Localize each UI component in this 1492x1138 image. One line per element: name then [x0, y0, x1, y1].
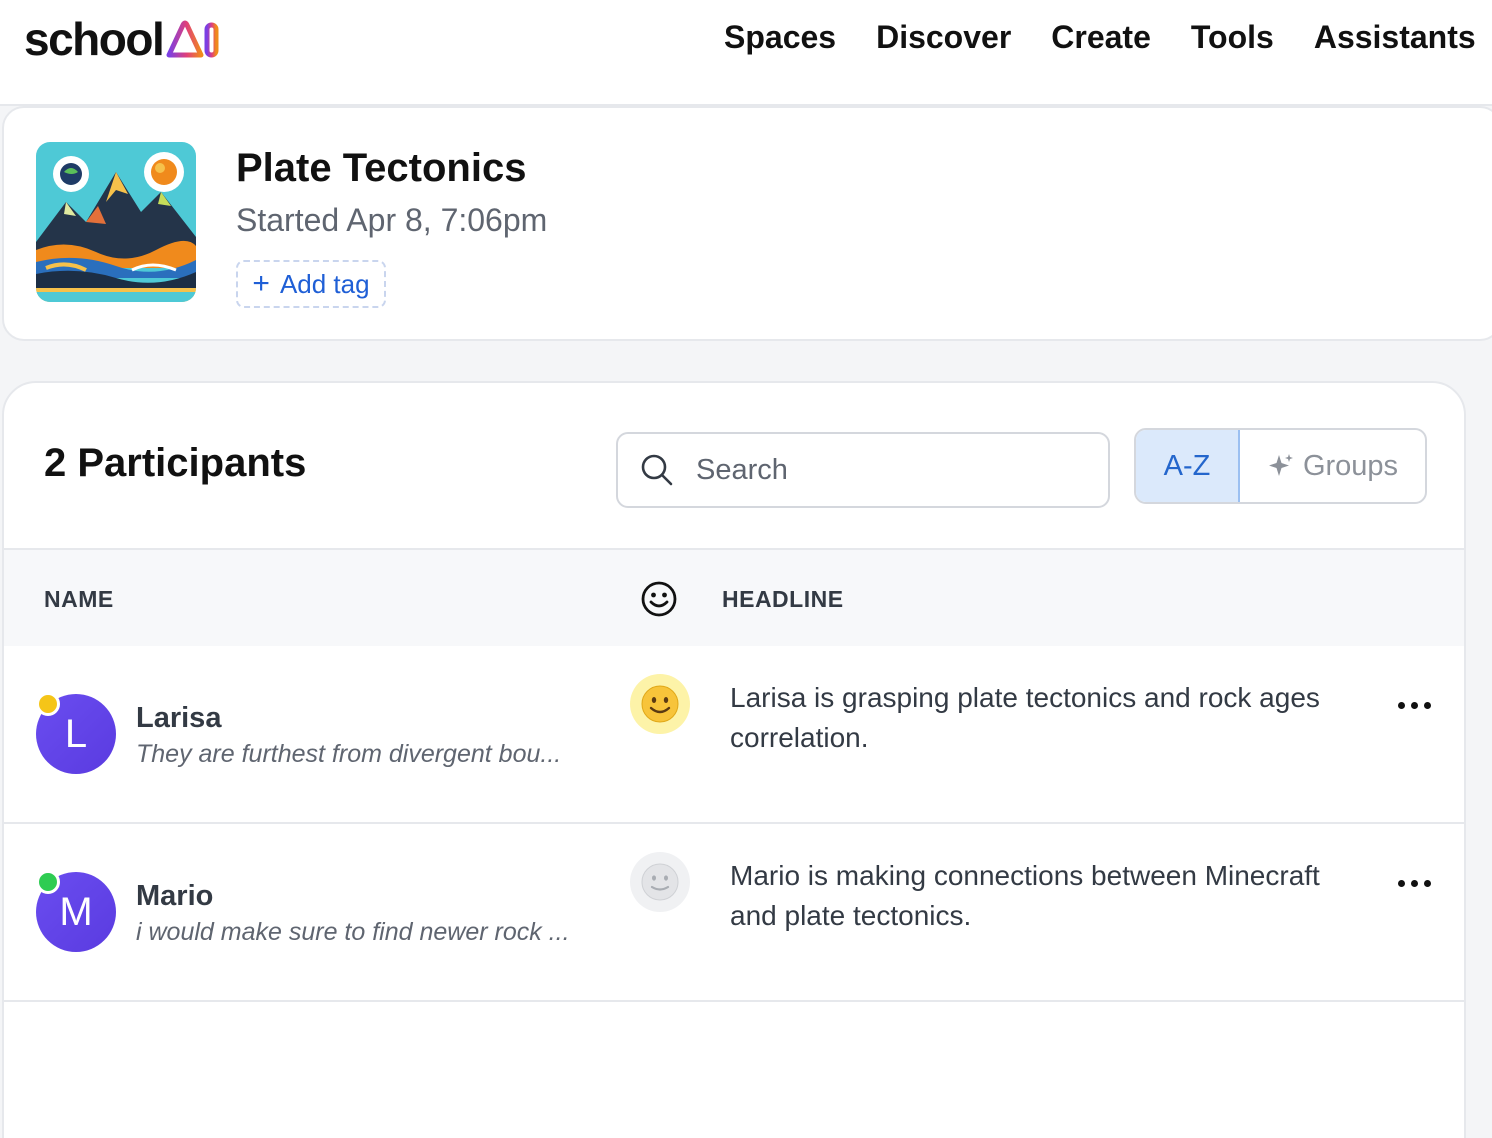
space-thumbnail-image	[36, 142, 196, 302]
dot	[1410, 701, 1418, 709]
participant-last-message: They are furthest from divergent bou...	[136, 740, 562, 768]
column-header-name[interactable]: NAME	[44, 586, 114, 613]
status-dot-online	[36, 692, 60, 716]
participant-row[interactable]: M Mario i would make sure to find newer …	[4, 824, 1464, 1002]
plate-tectonics-illustration	[36, 142, 196, 302]
participant-name: Larisa	[136, 702, 222, 734]
space-title: Plate Tectonics	[236, 146, 527, 190]
nav-create[interactable]: Create	[1051, 18, 1151, 56]
dot	[1397, 879, 1405, 887]
sparkle-icon	[1268, 454, 1293, 476]
nav-spaces[interactable]: Spaces	[724, 18, 836, 56]
participant-search[interactable]	[616, 432, 1110, 508]
school-ai-logo[interactable]: school	[24, 14, 223, 64]
status-dot-online	[36, 870, 60, 894]
search-icon	[641, 454, 673, 486]
space-header-card: Plate Tectonics Started Apr 8, 7:06pm + …	[2, 106, 1492, 341]
add-tag-button[interactable]: + Add tag	[236, 260, 386, 308]
neutral-face-icon	[641, 863, 679, 901]
dot	[1397, 701, 1405, 709]
more-options-button[interactable]	[1394, 868, 1434, 898]
nav-discover[interactable]: Discover	[876, 18, 1011, 56]
dot	[1423, 879, 1431, 887]
more-options-button[interactable]	[1394, 690, 1434, 720]
participant-name: Mario	[136, 880, 214, 912]
sort-az-button[interactable]: A-Z	[1136, 430, 1240, 502]
nav-assistants[interactable]: Assistants	[1314, 18, 1476, 56]
groups-button[interactable]: Groups	[1240, 430, 1425, 502]
logo-wordmark: school	[24, 13, 165, 65]
happy-face-icon	[641, 685, 679, 723]
participant-last-message: i would make sure to find newer rock ...	[136, 918, 570, 946]
mood-column-icon[interactable]	[640, 580, 678, 618]
plus-icon: +	[252, 267, 270, 300]
participant-headline: Larisa is grasping plate tectonics and r…	[730, 682, 1320, 753]
add-tag-label: Add tag	[279, 268, 370, 299]
main-nav: Spaces Discover Create Tools Assistants	[724, 18, 1492, 56]
nav-tools[interactable]: Tools	[1191, 18, 1274, 56]
table-header: NAME HEADLINE	[4, 548, 1464, 646]
groups-label: Groups	[1302, 449, 1399, 482]
logo-ai-mark	[166, 20, 219, 58]
mood-indicator	[630, 852, 690, 912]
space-started-time: Started Apr 8, 7:06pm	[236, 202, 548, 238]
column-header-headline[interactable]: HEADLINE	[722, 586, 844, 613]
search-input[interactable]	[696, 453, 1076, 487]
participants-card: 2 Participants A-Z Groups NAME HEADLINE …	[2, 381, 1466, 1138]
top-nav-bar: school Spaces Discover Create Tools Assi…	[0, 0, 1492, 106]
mood-indicator	[630, 674, 690, 734]
dot	[1410, 879, 1418, 887]
sort-mode-toggle: A-Z Groups	[1134, 428, 1427, 504]
participants-count-title: 2 Participants	[44, 441, 307, 485]
participant-headline: Mario is making connections between Mine…	[730, 860, 1320, 931]
dot	[1423, 701, 1431, 709]
participant-row[interactable]: L Larisa They are furthest from divergen…	[4, 646, 1464, 824]
